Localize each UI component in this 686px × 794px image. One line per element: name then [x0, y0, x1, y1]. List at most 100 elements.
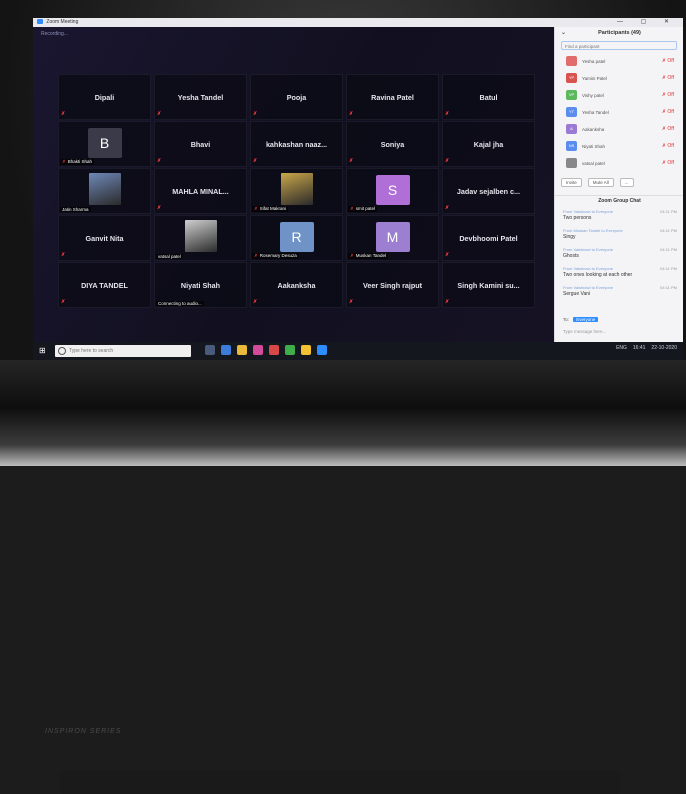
video-tile[interactable]: Pooja ✗	[250, 74, 343, 120]
window-title: Zoom Meeting	[46, 19, 79, 25]
chrome-icon[interactable]	[301, 345, 311, 355]
participant-search-input[interactable]: Find a participant	[561, 41, 677, 50]
muted-mic-icon: ✗	[445, 111, 450, 117]
video-tile[interactable]: Kajal jha ✗	[442, 121, 535, 167]
participant-row[interactable]: VP Vishy patel ✗ Off	[555, 87, 683, 104]
participant-name: Kajal jha	[473, 139, 504, 149]
video-feed	[88, 173, 121, 205]
participant-name: kahkashan naaz...	[265, 139, 328, 149]
file-explorer-icon[interactable]	[237, 345, 247, 355]
collapse-icon[interactable]: ⌄	[561, 27, 566, 39]
muted-mic-icon: ✗	[445, 252, 450, 258]
mic-off-icon[interactable]: ✗ Off	[662, 58, 674, 64]
tray-lang[interactable]: ENG	[616, 345, 627, 351]
mic-off-icon[interactable]: ✗ Off	[662, 109, 674, 115]
video-tile[interactable]: kahkashan naaz... ✗	[250, 121, 343, 167]
participant-row[interactable]: YT Yesha Tandel ✗ Off	[555, 104, 683, 121]
store-icon[interactable]	[253, 345, 263, 355]
mic-off-icon[interactable]: ✗ Off	[662, 75, 674, 81]
tray-date[interactable]: 22-10-2020	[651, 345, 677, 351]
window-titlebar: Zoom Meeting — ▢ ✕	[33, 18, 683, 27]
invite-button[interactable]: Invite	[561, 177, 582, 187]
mic-off-icon[interactable]: ✗ Off	[662, 92, 674, 98]
video-tile[interactable]: vatsal patel	[154, 215, 247, 261]
taskbar-search-placeholder: Type here to search	[69, 348, 114, 354]
muted-mic-icon: ✗	[157, 205, 162, 211]
video-tile[interactable]: M ✗ Muskan Tandel	[346, 215, 439, 261]
zoom-taskbar-icon[interactable]	[317, 345, 327, 355]
video-tile[interactable]: Soniya ✗	[346, 121, 439, 167]
muted-mic-icon: ✗	[254, 253, 258, 258]
mute-status-label: Off	[667, 58, 674, 64]
whatsapp-icon[interactable]	[285, 345, 295, 355]
mic-off-icon[interactable]: ✗ Off	[662, 160, 674, 166]
chat-input[interactable]: Type message here...	[563, 329, 606, 334]
video-tile[interactable]: Veer Singh rajput ✗	[346, 262, 439, 308]
more-button[interactable]: ...	[619, 177, 634, 187]
keyboard-hinge	[60, 770, 620, 794]
muted-mic-icon: ✗	[61, 111, 66, 117]
tile-label-text: Bhakti Shah	[67, 159, 93, 164]
video-tile[interactable]: Batul ✗	[442, 74, 535, 120]
recording-status: Recording...	[41, 31, 68, 37]
video-tile[interactable]: R ✗ Rosemary Desuza	[250, 215, 343, 261]
video-tile[interactable]: ✗ Sifat Makrani	[250, 168, 343, 214]
avatar-initial: S	[375, 175, 410, 205]
participant-name: DIYA TANDEL	[81, 280, 128, 290]
video-tile[interactable]: Singh Kamini su... ✗	[442, 262, 535, 308]
mute-status-label: Off	[667, 160, 674, 166]
video-tile[interactable]: Yesha Tandel ✗	[154, 74, 247, 120]
muted-mic-icon: ✗	[350, 253, 354, 258]
tile-name-label: ✗ Bhakti Shah	[60, 159, 95, 165]
avatar: YT	[566, 107, 577, 117]
muted-mic-icon: ✗	[253, 158, 258, 164]
video-tile[interactable]: Bhavi ✗	[154, 121, 247, 167]
video-tile[interactable]: Jadav sejalben c... ✗	[442, 168, 535, 214]
mute-all-button[interactable]: Mute All	[587, 177, 614, 187]
system-tray: ENG 16:41 22-10-2020	[616, 345, 677, 351]
video-tile[interactable]: Ravina Patel ✗	[346, 74, 439, 120]
video-tile[interactable]: MAHLA MINAL... ✗	[154, 168, 247, 214]
participant-row[interactable]: vatsal patel ✗ Off	[555, 155, 683, 172]
participant-row-name: Vishy patel	[582, 93, 604, 98]
video-tile[interactable]: Ganvit Nita ✗	[58, 215, 151, 261]
participant-name: Soniya	[380, 139, 405, 149]
chat-recipient-dropdown[interactable]: Everyone	[573, 317, 599, 322]
task-view-icon[interactable]	[205, 345, 215, 355]
muted-mic-icon: ✗	[445, 205, 450, 211]
participant-row[interactable]: YP Yamini Patel ✗ Off	[555, 70, 683, 87]
video-tile[interactable]: Dipali ✗	[58, 74, 151, 120]
participant-row[interactable]: NS Niyati Shah ✗ Off	[555, 138, 683, 155]
participant-name: MAHLA MINAL...	[172, 186, 229, 196]
tray-time[interactable]: 16:41	[633, 345, 646, 351]
video-tile[interactable]: Aakanksha ✗	[250, 262, 343, 308]
window-controls[interactable]: — ▢ ✕	[617, 18, 677, 27]
edge-icon[interactable]	[221, 345, 231, 355]
taskbar-apps	[205, 345, 327, 357]
mute-status-label: Off	[667, 92, 674, 98]
participant-row-name: vatsal patel	[582, 161, 605, 166]
participant-row-name: Yamini Patel	[582, 76, 607, 81]
windows-start-icon[interactable]: ⊞	[39, 347, 47, 355]
office-icon[interactable]	[269, 345, 279, 355]
mic-off-icon[interactable]: ✗ Off	[662, 143, 674, 149]
mic-off-icon[interactable]: ✗ Off	[662, 126, 674, 132]
participant-row[interactable]: Yesha patel ✗ Off	[555, 53, 683, 70]
muted-mic-icon: ✗	[349, 158, 354, 164]
chat-sender: From Vaishnavi to Everyone	[563, 285, 613, 290]
video-tile[interactable]: DIYA TANDEL ✗	[58, 262, 151, 308]
video-tile[interactable]: Niyati Shah Connecting to audio...	[154, 262, 247, 308]
participant-name: Aakanksha	[277, 280, 316, 290]
chat-message: From Vaishnavi to Everyone 04:11 PM Two on…	[563, 266, 679, 285]
participant-row[interactable]: A Aakanksha ✗ Off	[555, 121, 683, 138]
chat-sender: From Vaishnavi to Everyone	[563, 209, 613, 214]
chat-time: 04:11 PM	[660, 228, 677, 233]
muted-mic-icon: ✗	[62, 159, 66, 164]
video-tile[interactable]: Jatin Sharma	[58, 168, 151, 214]
participant-name: Veer Singh rajput	[362, 280, 423, 290]
video-tile[interactable]: Devbhoomi Patel ✗	[442, 215, 535, 261]
video-tile[interactable]: B ✗ Bhakti Shah	[58, 121, 151, 167]
taskbar-search-input[interactable]: Type here to search	[55, 345, 191, 357]
video-tile[interactable]: S ✗ smit patel	[346, 168, 439, 214]
avatar: NS	[566, 141, 577, 151]
